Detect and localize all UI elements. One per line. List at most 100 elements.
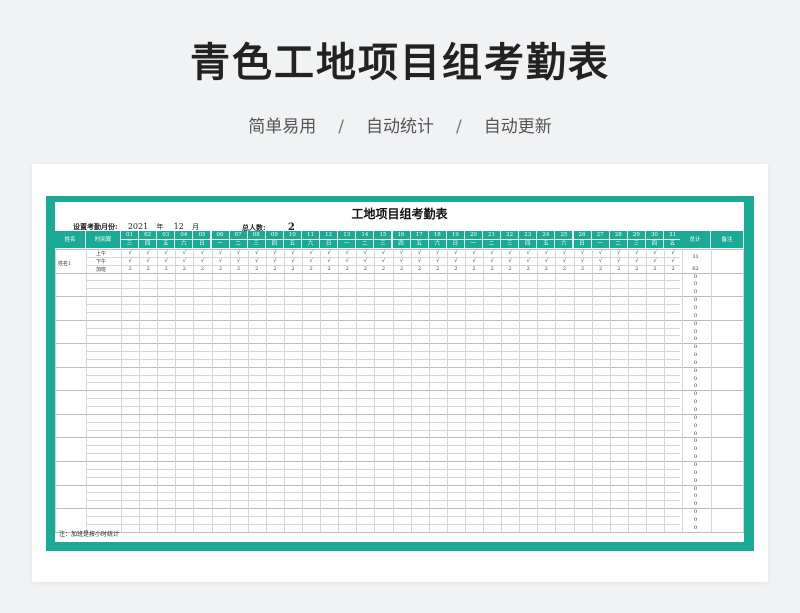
attendance-cell[interactable]: 2 — [266, 266, 284, 272]
attendance-cell[interactable]: √ — [175, 258, 193, 264]
weekday: 五 — [410, 240, 429, 249]
attendance-cell[interactable]: √ — [121, 250, 139, 256]
attendance-cell[interactable]: 2 — [193, 266, 211, 272]
attendance-cell[interactable]: 2 — [139, 266, 157, 272]
attendance-cell[interactable]: √ — [230, 258, 248, 264]
attendance-cell[interactable]: √ — [157, 258, 175, 264]
attendance-cell[interactable]: √ — [212, 258, 230, 264]
attendance-cell[interactable]: √ — [338, 250, 356, 256]
weekday: 四 — [265, 240, 284, 249]
attendance-cell[interactable]: √ — [646, 250, 664, 256]
attendance-cell[interactable]: √ — [266, 258, 284, 264]
attendance-cell[interactable]: √ — [393, 250, 411, 256]
attendance-cell[interactable]: √ — [574, 258, 592, 264]
attendance-cell[interactable]: √ — [411, 250, 429, 256]
attendance-cell[interactable]: 2 — [447, 266, 465, 272]
attendance-cell[interactable]: 2 — [248, 266, 266, 272]
attendance-cell[interactable]: √ — [248, 258, 266, 264]
attendance-cell[interactable]: √ — [356, 250, 374, 256]
attendance-cell[interactable]: 2 — [501, 266, 519, 272]
attendance-cell[interactable]: √ — [266, 250, 284, 256]
attendance-cell[interactable]: √ — [501, 258, 519, 264]
attendance-cell[interactable]: 2 — [356, 266, 374, 272]
attendance-cell[interactable]: 2 — [175, 266, 193, 272]
attendance-cell[interactable]: 2 — [338, 266, 356, 272]
attendance-cell[interactable]: √ — [537, 258, 555, 264]
attendance-cell[interactable]: √ — [121, 258, 139, 264]
attendance-cell[interactable]: √ — [646, 258, 664, 264]
feature-auto-stat: 自动统计 — [366, 117, 434, 137]
attendance-cell[interactable]: √ — [483, 250, 501, 256]
attendance-cell[interactable]: √ — [610, 250, 628, 256]
attendance-cell[interactable]: 2 — [411, 266, 429, 272]
attendance-cell[interactable]: √ — [483, 258, 501, 264]
attendance-cell[interactable]: √ — [465, 250, 483, 256]
attendance-cell[interactable]: √ — [248, 250, 266, 256]
attendance-cell[interactable]: √ — [429, 258, 447, 264]
attendance-cell[interactable]: 2 — [610, 266, 628, 272]
attendance-cell[interactable]: √ — [501, 250, 519, 256]
attendance-cell[interactable]: √ — [230, 250, 248, 256]
attendance-cell[interactable]: √ — [393, 258, 411, 264]
attendance-cell[interactable]: √ — [320, 250, 338, 256]
attendance-cell[interactable]: √ — [302, 250, 320, 256]
day-number: 27 — [591, 231, 610, 240]
attendance-cell[interactable]: √ — [193, 258, 211, 264]
attendance-cell[interactable]: √ — [284, 258, 302, 264]
attendance-cell[interactable]: √ — [555, 258, 573, 264]
attendance-cell[interactable]: 2 — [574, 266, 592, 272]
attendance-cell[interactable]: 2 — [393, 266, 411, 272]
attendance-cell[interactable]: √ — [519, 250, 537, 256]
attendance-cell[interactable]: √ — [139, 250, 157, 256]
attendance-cell[interactable]: 2 — [646, 266, 664, 272]
month-value[interactable]: 12 — [174, 222, 184, 231]
attendance-cell[interactable]: 2 — [320, 266, 338, 272]
attendance-cell[interactable]: √ — [338, 258, 356, 264]
attendance-cell[interactable]: √ — [429, 250, 447, 256]
attendance-cell[interactable]: √ — [157, 250, 175, 256]
weekday: 三 — [374, 240, 393, 249]
attendance-cell[interactable]: √ — [302, 258, 320, 264]
year-value[interactable]: 2021 — [128, 222, 148, 231]
attendance-cell[interactable]: 2 — [483, 266, 501, 272]
attendance-cell[interactable]: √ — [374, 250, 392, 256]
attendance-cell[interactable]: 2 — [628, 266, 646, 272]
total-cell: 0 — [693, 297, 698, 304]
attendance-cell[interactable]: √ — [212, 250, 230, 256]
attendance-cell[interactable]: 2 — [537, 266, 555, 272]
attendance-cell[interactable]: 2 — [157, 266, 175, 272]
attendance-cell[interactable]: √ — [175, 250, 193, 256]
attendance-cell[interactable]: √ — [193, 250, 211, 256]
attendance-cell[interactable]: √ — [447, 250, 465, 256]
attendance-cell[interactable]: √ — [628, 250, 646, 256]
day-number: 07 — [229, 231, 248, 240]
attendance-cell[interactable]: 2 — [212, 266, 230, 272]
attendance-cell[interactable]: √ — [628, 258, 646, 264]
attendance-cell[interactable]: 2 — [519, 266, 537, 272]
attendance-cell[interactable]: √ — [320, 258, 338, 264]
attendance-cell[interactable]: √ — [592, 250, 610, 256]
attendance-cell[interactable]: √ — [592, 258, 610, 264]
attendance-cell[interactable]: √ — [465, 258, 483, 264]
attendance-cell[interactable]: √ — [610, 258, 628, 264]
attendance-cell[interactable]: √ — [411, 258, 429, 264]
attendance-cell[interactable]: √ — [519, 258, 537, 264]
attendance-cell[interactable]: 2 — [302, 266, 320, 272]
attendance-cell[interactable]: √ — [574, 250, 592, 256]
attendance-cell[interactable]: √ — [139, 258, 157, 264]
attendance-cell[interactable]: 2 — [429, 266, 447, 272]
attendance-cell[interactable]: √ — [555, 250, 573, 256]
attendance-cell[interactable]: √ — [356, 258, 374, 264]
attendance-cell[interactable]: √ — [284, 250, 302, 256]
attendance-cell[interactable]: 2 — [465, 266, 483, 272]
attendance-cell[interactable]: √ — [374, 258, 392, 264]
attendance-cell[interactable]: 2 — [121, 266, 139, 272]
attendance-cell[interactable]: √ — [537, 250, 555, 256]
attendance-cell[interactable]: 2 — [592, 266, 610, 272]
attendance-cell[interactable]: 2 — [374, 266, 392, 272]
attendance-cell[interactable]: 2 — [284, 266, 302, 272]
attendance-cell[interactable]: 2 — [230, 266, 248, 272]
attendance-cell[interactable]: √ — [447, 258, 465, 264]
attendance-cell[interactable]: 2 — [555, 266, 573, 272]
row-divider — [55, 460, 744, 462]
